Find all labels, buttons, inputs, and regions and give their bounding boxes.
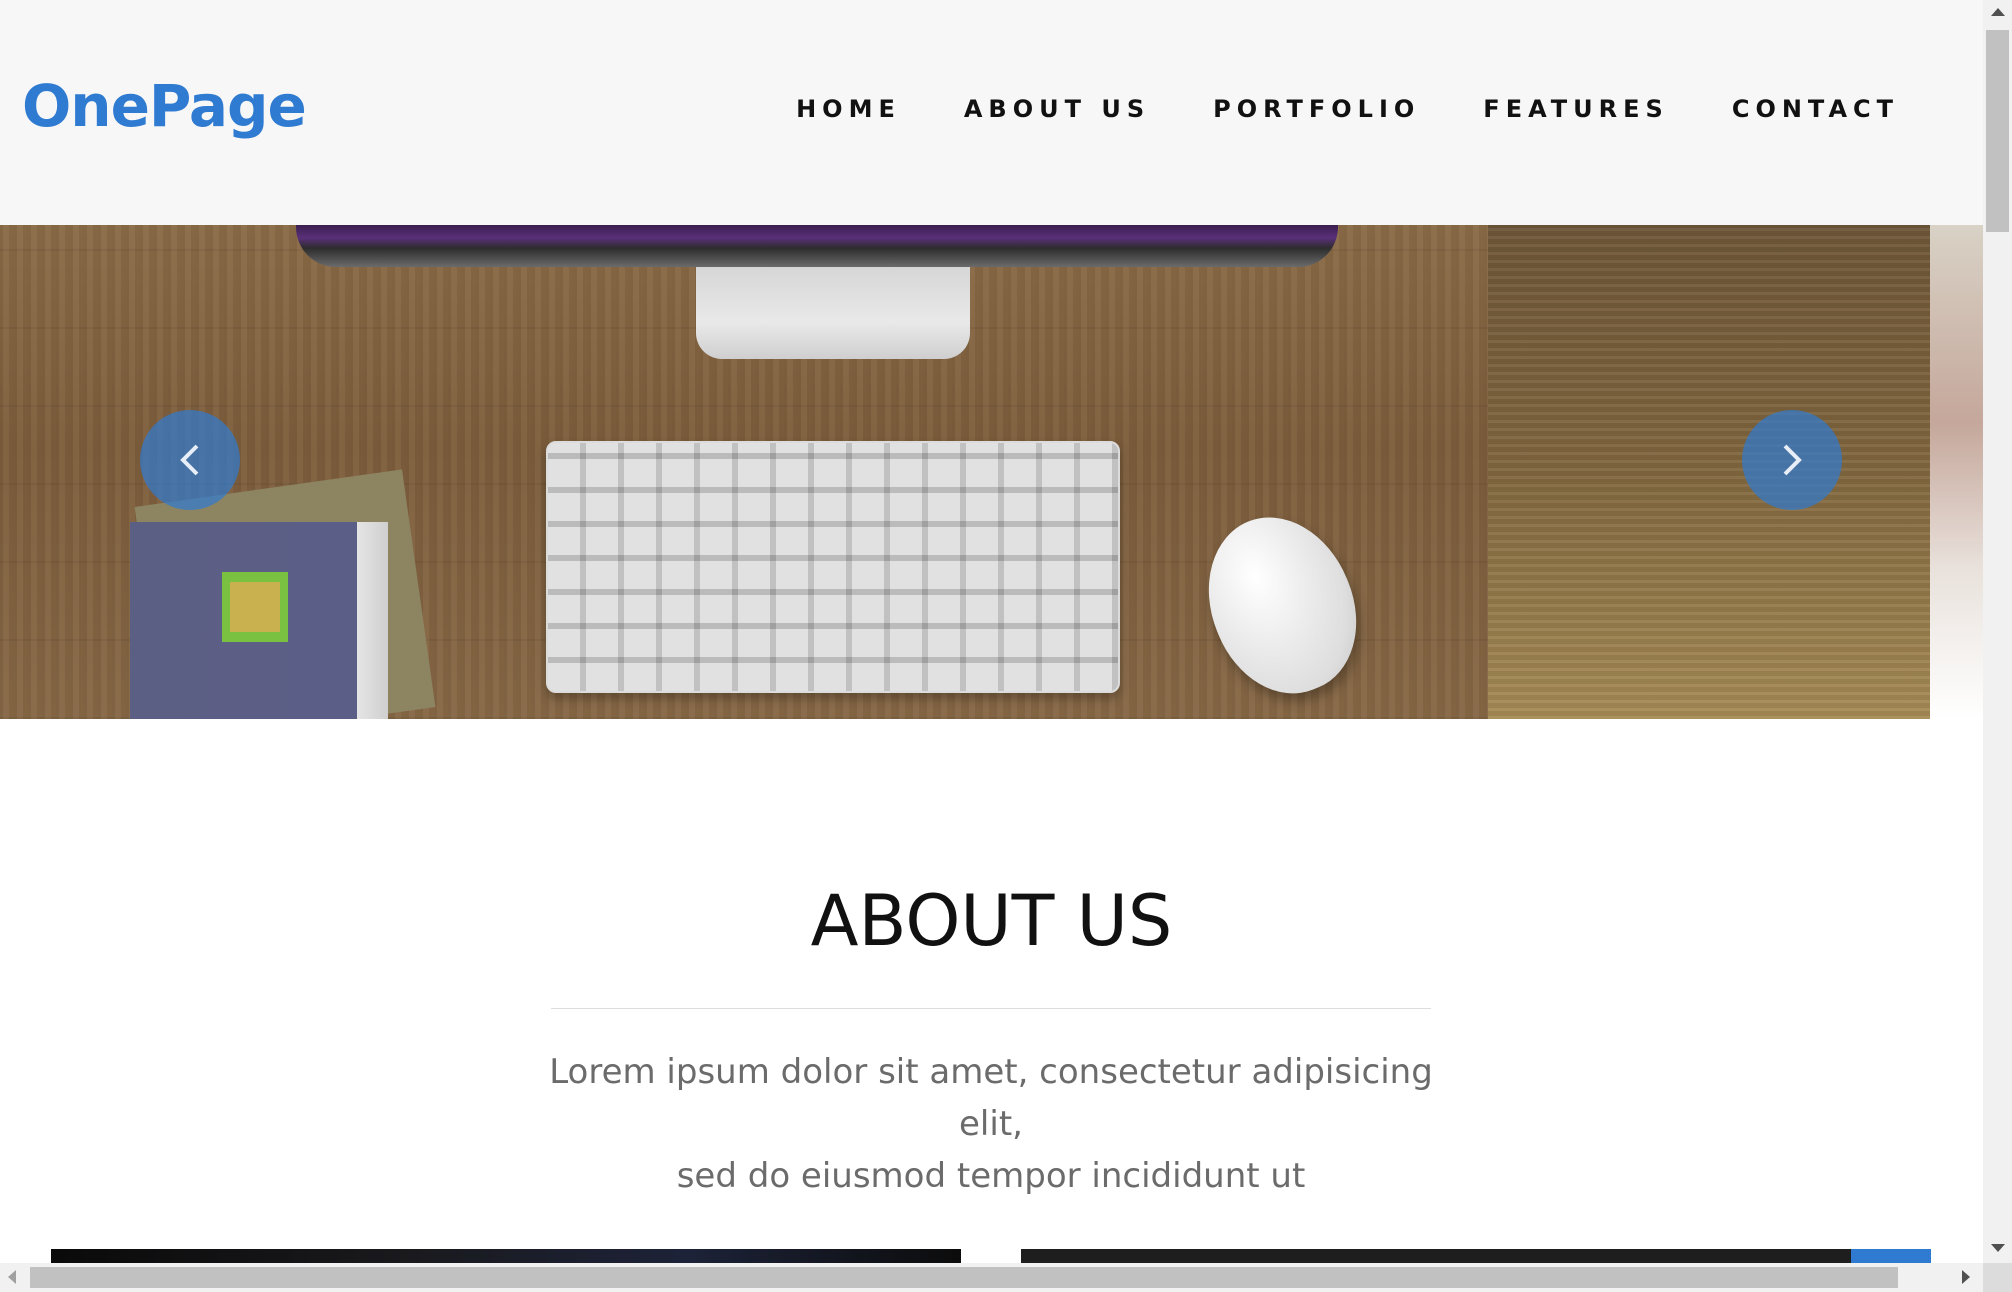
section-divider xyxy=(551,1008,1431,1009)
nav-item-contact[interactable]: CONTACT xyxy=(1732,92,1899,126)
about-text-line-1: Lorem ipsum dolor sit amet, consectetur … xyxy=(549,1052,1433,1144)
slide-camera xyxy=(1488,225,1930,719)
site-logo[interactable]: OnePage xyxy=(22,70,307,142)
scroll-down-arrow-icon[interactable] xyxy=(1991,1244,2005,1252)
slider-prev-button[interactable] xyxy=(140,410,240,510)
about-section-text: Lorem ipsum dolor sit amet, consectetur … xyxy=(541,1046,1441,1202)
horizontal-scrollbar[interactable] xyxy=(0,1263,1983,1292)
site-header: OnePage HOME ABOUT US PORTFOLIO FEATURES… xyxy=(0,0,1983,225)
about-card-image-right xyxy=(1021,1249,1931,1263)
about-text-line-2: sed do eiusmod tempor incididunt ut xyxy=(676,1156,1306,1196)
about-card-image-left xyxy=(51,1249,961,1263)
main-nav: HOME ABOUT US PORTFOLIO FEATURES CONTACT xyxy=(733,92,1899,126)
nav-item-portfolio[interactable]: PORTFOLIO xyxy=(1213,92,1420,126)
nav-item-features[interactable]: FEATURES xyxy=(1483,92,1669,126)
slide-next-peek xyxy=(1930,225,1983,719)
card-accent-bar xyxy=(1851,1249,1931,1263)
mouse-image xyxy=(1183,495,1381,715)
nav-item-home[interactable]: HOME xyxy=(796,92,901,126)
horizontal-scroll-thumb[interactable] xyxy=(30,1267,1898,1288)
chevron-right-icon xyxy=(1783,444,1802,476)
slider-next-button[interactable] xyxy=(1742,410,1842,510)
notebook-logo-icon xyxy=(222,572,288,642)
monitor-image xyxy=(296,225,1338,267)
chevron-left-icon xyxy=(180,444,199,476)
monitor-stand-image xyxy=(696,267,970,359)
nav-item-about-us[interactable]: ABOUT US xyxy=(964,92,1150,126)
page-viewport: OnePage HOME ABOUT US PORTFOLIO FEATURES… xyxy=(0,0,1983,1263)
scroll-left-arrow-icon[interactable] xyxy=(8,1270,16,1284)
scroll-up-arrow-icon[interactable] xyxy=(1991,8,2005,16)
about-section-title: ABOUT US xyxy=(810,880,1173,962)
notebook-image xyxy=(130,522,388,719)
hero-slider xyxy=(0,225,1983,719)
keyboard-image xyxy=(546,441,1120,693)
scroll-right-arrow-icon[interactable] xyxy=(1962,1270,1970,1284)
vertical-scroll-thumb[interactable] xyxy=(1986,30,2009,232)
vertical-scrollbar[interactable] xyxy=(1983,0,2012,1263)
scrollbar-corner xyxy=(1983,1263,2012,1292)
